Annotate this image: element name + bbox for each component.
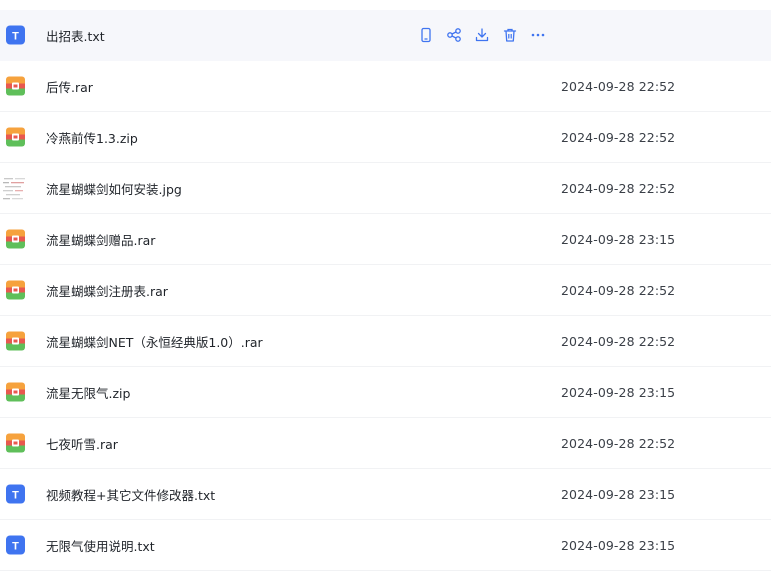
archive-file-icon [5, 127, 26, 148]
file-modified-time: 2024-09-28 22:52 [561, 282, 676, 298]
txt-file-icon: T [5, 535, 26, 556]
file-row[interactable]: T 出招表.txt [0, 10, 771, 61]
file-modified-time: 2024-09-28 22:52 [561, 78, 676, 94]
file-modified-time: 2024-09-28 22:52 [561, 333, 676, 349]
file-row[interactable]: 流星蝴蝶剑NET（永恒经典版1.0）.rar 2024-09-28 22:52 [0, 316, 771, 367]
row-actions [417, 26, 557, 44]
archive-file-icon [5, 280, 26, 301]
svg-text:T: T [12, 31, 19, 43]
file-row[interactable]: T 无限气使用说明.txt 2024-09-28 23:15 [0, 520, 771, 571]
file-name[interactable]: 流星蝴蝶剑赠品.rar [46, 230, 155, 249]
file-row[interactable]: 流星无限气.zip 2024-09-28 23:15 [0, 367, 771, 418]
file-row[interactable]: 后传.rar 2024-09-28 22:52 [0, 61, 771, 112]
file-row[interactable]: 冷燕前传1.3.zip 2024-09-28 22:52 [0, 112, 771, 163]
file-modified-time: 2024-09-28 22:52 [561, 435, 676, 451]
txt-file-icon: T [5, 484, 26, 505]
archive-file-icon [5, 331, 26, 352]
file-modified-time: 2024-09-28 23:15 [561, 384, 676, 400]
file-modified-time: 2024-09-28 22:52 [561, 129, 676, 145]
share-icon[interactable] [445, 26, 463, 44]
file-modified-time: 2024-09-28 23:15 [561, 537, 676, 553]
file-row[interactable]: 流星蝴蝶剑注册表.rar 2024-09-28 22:52 [0, 265, 771, 316]
archive-file-icon [5, 76, 26, 97]
archive-file-icon [5, 229, 26, 250]
file-name[interactable]: 流星蝴蝶剑NET（永恒经典版1.0）.rar [46, 332, 263, 351]
file-row[interactable]: T 视频教程+其它文件修改器.txt 2024-09-28 23:15 [0, 469, 771, 520]
archive-file-icon [5, 433, 26, 454]
txt-file-icon: T [5, 25, 26, 46]
file-modified-time: 2024-09-28 23:15 [561, 231, 676, 247]
file-name[interactable]: 流星蝴蝶剑注册表.rar [46, 281, 168, 300]
file-name[interactable]: 流星蝴蝶剑如何安装.jpg [46, 179, 182, 198]
file-name[interactable]: 后传.rar [46, 77, 93, 96]
file-modified-time: 2024-09-28 22:52 [561, 180, 676, 196]
file-name[interactable]: 出招表.txt [46, 26, 105, 45]
file-name[interactable]: 七夜听雪.rar [46, 434, 118, 453]
file-list: T 出招表.txt 后传.rar 2024-09-28 22:52 冷燕前传1.… [0, 0, 771, 573]
file-name[interactable]: 流星无限气.zip [46, 383, 130, 402]
file-name[interactable]: 视频教程+其它文件修改器.txt [46, 485, 215, 504]
file-row[interactable]: 流星蝴蝶剑赠品.rar 2024-09-28 23:15 [0, 214, 771, 265]
image-thumbnail-icon [2, 175, 28, 201]
more-icon[interactable] [529, 26, 547, 44]
file-name[interactable]: 无限气使用说明.txt [46, 536, 155, 555]
archive-file-icon [5, 382, 26, 403]
delete-icon[interactable] [501, 26, 519, 44]
svg-text:T: T [12, 541, 19, 553]
file-row[interactable]: 七夜听雪.rar 2024-09-28 22:52 [0, 418, 771, 469]
mobile-icon[interactable] [417, 26, 435, 44]
file-modified-time: 2024-09-28 23:15 [561, 486, 676, 502]
svg-text:T: T [12, 490, 19, 502]
download-icon[interactable] [473, 26, 491, 44]
file-name[interactable]: 冷燕前传1.3.zip [46, 128, 138, 147]
file-row[interactable]: 流星蝴蝶剑如何安装.jpg 2024-09-28 22:52 [0, 163, 771, 214]
